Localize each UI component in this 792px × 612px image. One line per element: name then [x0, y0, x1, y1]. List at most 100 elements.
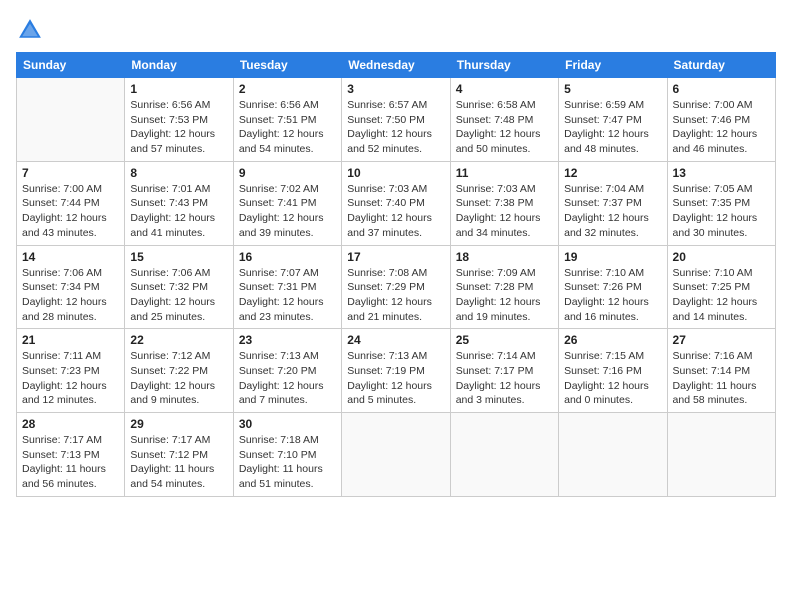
day-number: 14: [22, 250, 119, 264]
day-info: Sunrise: 7:00 AM Sunset: 7:44 PM Dayligh…: [22, 182, 119, 241]
col-header-thursday: Thursday: [450, 53, 558, 78]
calendar-cell: 6 Sunrise: 7:00 AM Sunset: 7:46 PM Daylig…: [667, 78, 775, 162]
day-info: Sunrise: 7:08 AM Sunset: 7:29 PM Dayligh…: [347, 266, 444, 325]
calendar-cell: 18Sunrise: 7:09 AM Sunset: 7:28 PM Dayli…: [450, 245, 558, 329]
calendar-cell: 12 Sunrise: 7:04 AM Sunset: 7:37 PM Dayli…: [559, 161, 667, 245]
day-info: Sunrise: 7:17 AM Sunset: 7:12 PM Dayligh…: [130, 433, 227, 492]
col-header-monday: Monday: [125, 53, 233, 78]
calendar-cell: 26 Sunrise: 7:15 AM Sunset: 7:16 PM Dayli…: [559, 329, 667, 413]
calendar-cell: 28Sunrise: 7:17 AM Sunset: 7:13 PM Dayli…: [17, 413, 125, 497]
logo: [16, 16, 48, 44]
calendar-cell: 9Sunrise: 7:02 AM Sunset: 7:41 PM Daylig…: [233, 161, 341, 245]
day-number: 16: [239, 250, 336, 264]
calendar-cell: 3Sunrise: 6:57 AM Sunset: 7:50 PM Daylig…: [342, 78, 450, 162]
day-info: Sunrise: 6:58 AM Sunset: 7:48 PM Dayligh…: [456, 98, 553, 157]
day-number: 4: [456, 82, 553, 96]
calendar-cell: 11 Sunrise: 7:03 AM Sunset: 7:38 PM Dayli…: [450, 161, 558, 245]
day-info: Sunrise: 7:16 AM Sunset: 7:14 PM Dayligh…: [673, 349, 770, 408]
calendar-week-row: 21 Sunrise: 7:11 AM Sunset: 7:23 PM Dayli…: [17, 329, 776, 413]
calendar-week-row: 7 Sunrise: 7:00 AM Sunset: 7:44 PM Daylig…: [17, 161, 776, 245]
calendar-week-row: 1Sunrise: 6:56 AM Sunset: 7:53 PM Daylig…: [17, 78, 776, 162]
day-number: 29: [130, 417, 227, 431]
day-info: Sunrise: 7:00 AM Sunset: 7:46 PM Dayligh…: [673, 98, 770, 157]
calendar-cell: 13Sunrise: 7:05 AM Sunset: 7:35 PM Dayli…: [667, 161, 775, 245]
day-number: 18: [456, 250, 553, 264]
calendar-cell: [17, 78, 125, 162]
calendar-cell: [667, 413, 775, 497]
calendar-cell: 24 Sunrise: 7:13 AM Sunset: 7:19 PM Dayli…: [342, 329, 450, 413]
day-number: 2: [239, 82, 336, 96]
calendar-cell: 14 Sunrise: 7:06 AM Sunset: 7:34 PM Dayli…: [17, 245, 125, 329]
calendar-cell: 4 Sunrise: 6:58 AM Sunset: 7:48 PM Daylig…: [450, 78, 558, 162]
calendar-table: SundayMondayTuesdayWednesdayThursdayFrid…: [16, 52, 776, 497]
calendar-cell: 7 Sunrise: 7:00 AM Sunset: 7:44 PM Daylig…: [17, 161, 125, 245]
day-number: 19: [564, 250, 661, 264]
day-number: 1: [130, 82, 227, 96]
day-number: 9: [239, 166, 336, 180]
day-info: Sunrise: 7:13 AM Sunset: 7:19 PM Dayligh…: [347, 349, 444, 408]
day-info: Sunrise: 7:15 AM Sunset: 7:16 PM Dayligh…: [564, 349, 661, 408]
day-number: 21: [22, 333, 119, 347]
day-info: Sunrise: 7:18 AM Sunset: 7:10 PM Dayligh…: [239, 433, 336, 492]
col-header-wednesday: Wednesday: [342, 53, 450, 78]
calendar-cell: 15 Sunrise: 7:06 AM Sunset: 7:32 PM Dayli…: [125, 245, 233, 329]
day-number: 7: [22, 166, 119, 180]
calendar-cell: 27 Sunrise: 7:16 AM Sunset: 7:14 PM Dayli…: [667, 329, 775, 413]
calendar-cell: [450, 413, 558, 497]
day-info: Sunrise: 7:05 AM Sunset: 7:35 PM Dayligh…: [673, 182, 770, 241]
day-info: Sunrise: 7:03 AM Sunset: 7:40 PM Dayligh…: [347, 182, 444, 241]
day-number: 15: [130, 250, 227, 264]
day-number: 27: [673, 333, 770, 347]
day-info: Sunrise: 7:14 AM Sunset: 7:17 PM Dayligh…: [456, 349, 553, 408]
calendar-cell: 5 Sunrise: 6:59 AM Sunset: 7:47 PM Daylig…: [559, 78, 667, 162]
day-info: Sunrise: 6:59 AM Sunset: 7:47 PM Dayligh…: [564, 98, 661, 157]
calendar-cell: 8 Sunrise: 7:01 AM Sunset: 7:43 PM Daylig…: [125, 161, 233, 245]
calendar-cell: 22 Sunrise: 7:12 AM Sunset: 7:22 PM Dayli…: [125, 329, 233, 413]
day-info: Sunrise: 7:11 AM Sunset: 7:23 PM Dayligh…: [22, 349, 119, 408]
calendar-cell: 10 Sunrise: 7:03 AM Sunset: 7:40 PM Dayli…: [342, 161, 450, 245]
day-info: Sunrise: 7:01 AM Sunset: 7:43 PM Dayligh…: [130, 182, 227, 241]
day-number: 8: [130, 166, 227, 180]
day-number: 24: [347, 333, 444, 347]
page-header: [16, 16, 776, 44]
day-info: Sunrise: 7:06 AM Sunset: 7:32 PM Dayligh…: [130, 266, 227, 325]
day-number: 20: [673, 250, 770, 264]
day-info: Sunrise: 7:10 AM Sunset: 7:26 PM Dayligh…: [564, 266, 661, 325]
day-number: 30: [239, 417, 336, 431]
calendar-cell: 21 Sunrise: 7:11 AM Sunset: 7:23 PM Dayli…: [17, 329, 125, 413]
calendar-cell: 29 Sunrise: 7:17 AM Sunset: 7:12 PM Dayli…: [125, 413, 233, 497]
calendar-cell: 20 Sunrise: 7:10 AM Sunset: 7:25 PM Dayli…: [667, 245, 775, 329]
calendar-cell: 1Sunrise: 6:56 AM Sunset: 7:53 PM Daylig…: [125, 78, 233, 162]
day-info: Sunrise: 7:12 AM Sunset: 7:22 PM Dayligh…: [130, 349, 227, 408]
day-info: Sunrise: 7:13 AM Sunset: 7:20 PM Dayligh…: [239, 349, 336, 408]
day-info: Sunrise: 6:56 AM Sunset: 7:51 PM Dayligh…: [239, 98, 336, 157]
day-number: 26: [564, 333, 661, 347]
col-header-tuesday: Tuesday: [233, 53, 341, 78]
calendar-cell: 17 Sunrise: 7:08 AM Sunset: 7:29 PM Dayli…: [342, 245, 450, 329]
calendar-header-row: SundayMondayTuesdayWednesdayThursdayFrid…: [17, 53, 776, 78]
calendar-week-row: 28Sunrise: 7:17 AM Sunset: 7:13 PM Dayli…: [17, 413, 776, 497]
day-number: 3: [347, 82, 444, 96]
day-number: 10: [347, 166, 444, 180]
day-number: 11: [456, 166, 553, 180]
day-info: Sunrise: 7:10 AM Sunset: 7:25 PM Dayligh…: [673, 266, 770, 325]
calendar-cell: [559, 413, 667, 497]
calendar-cell: 19 Sunrise: 7:10 AM Sunset: 7:26 PM Dayli…: [559, 245, 667, 329]
calendar-cell: 25Sunrise: 7:14 AM Sunset: 7:17 PM Dayli…: [450, 329, 558, 413]
calendar-cell: 30 Sunrise: 7:18 AM Sunset: 7:10 PM Dayli…: [233, 413, 341, 497]
calendar-cell: 16Sunrise: 7:07 AM Sunset: 7:31 PM Dayli…: [233, 245, 341, 329]
calendar-cell: [342, 413, 450, 497]
day-info: Sunrise: 7:04 AM Sunset: 7:37 PM Dayligh…: [564, 182, 661, 241]
calendar-week-row: 14 Sunrise: 7:06 AM Sunset: 7:34 PM Dayli…: [17, 245, 776, 329]
day-number: 6: [673, 82, 770, 96]
day-number: 5: [564, 82, 661, 96]
day-info: Sunrise: 7:03 AM Sunset: 7:38 PM Dayligh…: [456, 182, 553, 241]
day-number: 22: [130, 333, 227, 347]
day-number: 17: [347, 250, 444, 264]
col-header-friday: Friday: [559, 53, 667, 78]
calendar-cell: 2 Sunrise: 6:56 AM Sunset: 7:51 PM Daylig…: [233, 78, 341, 162]
day-info: Sunrise: 7:06 AM Sunset: 7:34 PM Dayligh…: [22, 266, 119, 325]
day-number: 23: [239, 333, 336, 347]
day-info: Sunrise: 7:17 AM Sunset: 7:13 PM Dayligh…: [22, 433, 119, 492]
day-number: 12: [564, 166, 661, 180]
